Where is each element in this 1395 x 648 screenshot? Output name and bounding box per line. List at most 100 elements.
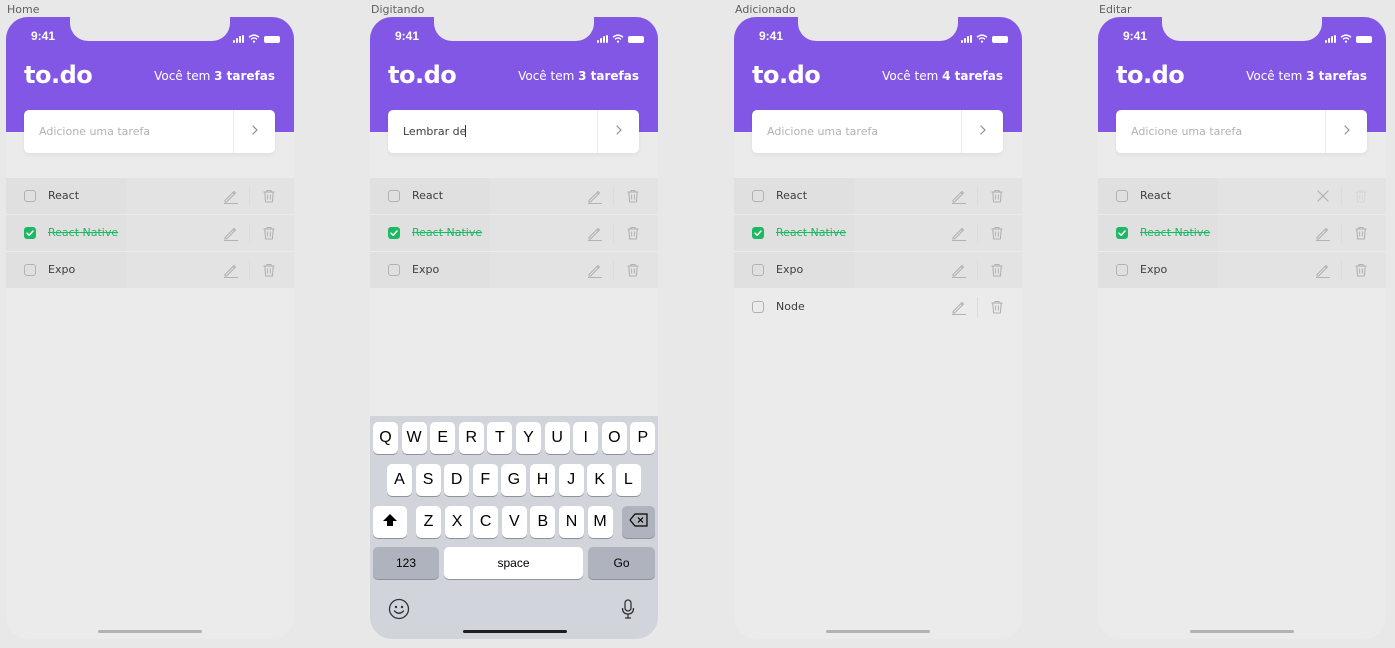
task-checkbox[interactable] bbox=[24, 264, 36, 276]
key-l[interactable]: L bbox=[615, 464, 641, 496]
task-label[interactable]: React Native bbox=[412, 226, 482, 239]
task-row[interactable]: React bbox=[370, 178, 658, 214]
key-w[interactable]: W bbox=[401, 422, 427, 454]
task-row[interactable]: React bbox=[1098, 178, 1386, 214]
task-label[interactable]: React Native bbox=[776, 226, 846, 239]
key-a[interactable]: A bbox=[387, 464, 412, 496]
task-checkbox[interactable] bbox=[24, 190, 36, 202]
key-b[interactable]: B bbox=[530, 506, 556, 538]
cancel-edit-button[interactable] bbox=[1314, 187, 1332, 205]
task-label[interactable]: Expo bbox=[412, 263, 439, 276]
delete-task-button[interactable] bbox=[988, 224, 1006, 242]
task-row[interactable]: Node bbox=[734, 289, 1022, 325]
task-row[interactable]: Expo bbox=[6, 252, 294, 288]
key-j[interactable]: J bbox=[558, 464, 584, 496]
key-v[interactable]: V bbox=[501, 506, 527, 538]
edit-task-button[interactable] bbox=[586, 261, 604, 279]
edit-task-button[interactable] bbox=[1314, 261, 1332, 279]
task-label[interactable]: React bbox=[1140, 189, 1171, 202]
task-row[interactable]: React Native bbox=[370, 215, 658, 251]
delete-task-button[interactable] bbox=[1352, 224, 1370, 242]
delete-task-button[interactable] bbox=[624, 224, 642, 242]
space-key[interactable]: space bbox=[444, 547, 583, 579]
edit-task-button[interactable] bbox=[586, 187, 604, 205]
add-task-button[interactable] bbox=[597, 110, 639, 153]
key-n[interactable]: N bbox=[559, 506, 584, 538]
edit-task-button[interactable] bbox=[950, 261, 968, 279]
key-r[interactable]: R bbox=[458, 422, 484, 454]
go-key[interactable]: Go bbox=[588, 547, 655, 579]
task-row[interactable]: Expo bbox=[370, 252, 658, 288]
task-row[interactable]: React Native bbox=[1098, 215, 1386, 251]
delete-task-button[interactable] bbox=[624, 261, 642, 279]
edit-task-button[interactable] bbox=[950, 187, 968, 205]
key-q[interactable]: Q bbox=[373, 422, 398, 454]
key-e[interactable]: E bbox=[430, 422, 456, 454]
add-task-button[interactable] bbox=[233, 110, 275, 153]
task-checkbox[interactable] bbox=[1116, 190, 1128, 202]
delete-task-button[interactable] bbox=[260, 224, 278, 242]
task-checkbox[interactable] bbox=[1116, 227, 1128, 239]
key-o[interactable]: O bbox=[601, 422, 627, 454]
delete-task-button[interactable] bbox=[988, 187, 1006, 205]
key-x[interactable]: X bbox=[444, 506, 470, 538]
task-row[interactable]: React Native bbox=[6, 215, 294, 251]
key-f[interactable]: F bbox=[472, 464, 498, 496]
new-task-input[interactable]: Adicione uma tarefa bbox=[1116, 110, 1367, 153]
add-task-button[interactable] bbox=[1325, 110, 1367, 153]
edit-task-button[interactable] bbox=[222, 224, 240, 242]
key-m[interactable]: M bbox=[587, 506, 613, 538]
task-label[interactable]: React Native bbox=[1140, 226, 1210, 239]
edit-task-button[interactable] bbox=[950, 224, 968, 242]
key-t[interactable]: T bbox=[487, 422, 513, 454]
new-task-input[interactable]: Lembrar de bbox=[388, 110, 639, 153]
key-s[interactable]: S bbox=[415, 464, 441, 496]
task-row[interactable]: React bbox=[734, 178, 1022, 214]
delete-task-button[interactable] bbox=[988, 298, 1006, 316]
edit-task-button[interactable] bbox=[1314, 224, 1332, 242]
emoji-icon[interactable] bbox=[388, 598, 410, 625]
task-checkbox[interactable] bbox=[388, 190, 400, 202]
delete-task-button[interactable] bbox=[1352, 261, 1370, 279]
task-label[interactable]: React bbox=[776, 189, 807, 202]
delete-task-button[interactable] bbox=[260, 187, 278, 205]
task-checkbox[interactable] bbox=[1116, 264, 1128, 276]
delete-task-button[interactable] bbox=[988, 261, 1006, 279]
microphone-icon[interactable] bbox=[620, 598, 636, 625]
task-checkbox[interactable] bbox=[752, 190, 764, 202]
task-label[interactable]: React bbox=[48, 189, 79, 202]
backspace-key[interactable] bbox=[622, 506, 655, 538]
shift-key[interactable] bbox=[373, 506, 407, 538]
task-row[interactable]: React Native bbox=[734, 215, 1022, 251]
delete-task-button[interactable] bbox=[624, 187, 642, 205]
task-row[interactable]: React bbox=[6, 178, 294, 214]
edit-task-button[interactable] bbox=[950, 298, 968, 316]
key-i[interactable]: I bbox=[573, 422, 599, 454]
task-row[interactable]: Expo bbox=[734, 252, 1022, 288]
key-k[interactable]: K bbox=[587, 464, 613, 496]
delete-task-button[interactable] bbox=[260, 261, 278, 279]
new-task-input[interactable]: Adicione uma tarefa bbox=[752, 110, 1003, 153]
edit-task-button[interactable] bbox=[222, 261, 240, 279]
task-label[interactable]: React Native bbox=[48, 226, 118, 239]
key-h[interactable]: H bbox=[530, 464, 555, 496]
key-y[interactable]: Y bbox=[516, 422, 541, 454]
task-checkbox[interactable] bbox=[24, 227, 36, 239]
edit-task-button[interactable] bbox=[222, 187, 240, 205]
task-checkbox[interactable] bbox=[752, 227, 764, 239]
add-task-button[interactable] bbox=[961, 110, 1003, 153]
task-checkbox[interactable] bbox=[752, 264, 764, 276]
task-label[interactable]: Expo bbox=[48, 263, 75, 276]
key-u[interactable]: U bbox=[544, 422, 570, 454]
key-d[interactable]: D bbox=[444, 464, 470, 496]
new-task-input[interactable]: Adicione uma tarefa bbox=[24, 110, 275, 153]
key-c[interactable]: C bbox=[473, 506, 499, 538]
key-g[interactable]: G bbox=[501, 464, 527, 496]
task-checkbox[interactable] bbox=[388, 227, 400, 239]
task-label[interactable]: Expo bbox=[1140, 263, 1167, 276]
task-label[interactable]: React bbox=[412, 189, 443, 202]
numbers-key[interactable]: 123 bbox=[373, 547, 439, 579]
task-row[interactable]: Expo bbox=[1098, 252, 1386, 288]
task-label[interactable]: Node bbox=[776, 300, 805, 313]
task-checkbox[interactable] bbox=[752, 301, 764, 313]
